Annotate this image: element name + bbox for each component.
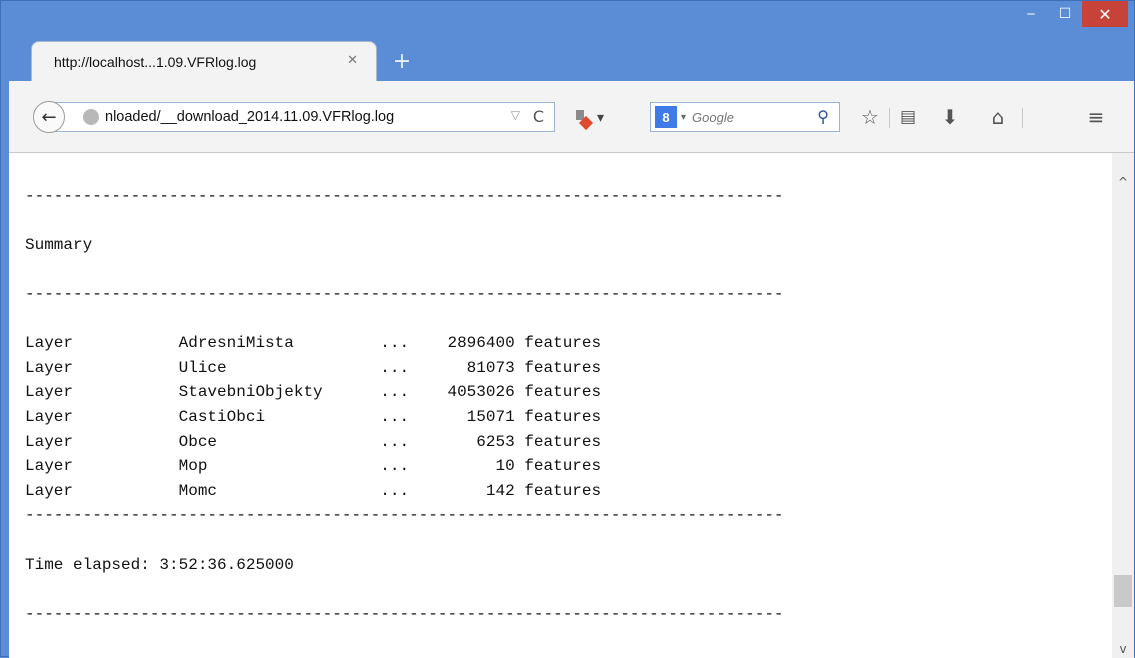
tab-strip: http://localhost...1.09.VFRlog.log ✕ + bbox=[31, 41, 417, 81]
log-text: ----------------------------------------… bbox=[25, 186, 784, 623]
url-bar[interactable]: nloaded/__download_2014.11.09.VFRlog.log… bbox=[55, 102, 555, 132]
url-dropdown-icon[interactable]: ▽ bbox=[511, 108, 520, 122]
home-icon[interactable]: ⌂ bbox=[983, 103, 1013, 131]
toolbar-separator bbox=[889, 108, 890, 128]
bookmark-star-icon[interactable]: ☆ bbox=[855, 103, 885, 131]
url-text[interactable]: nloaded/__download_2014.11.09.VFRlog.log bbox=[105, 109, 394, 125]
navigation-toolbar: nloaded/__download_2014.11.09.VFRlog.log… bbox=[9, 81, 1134, 153]
page-content: ----------------------------------------… bbox=[9, 153, 1112, 658]
globe-icon bbox=[83, 109, 99, 125]
menu-icon[interactable]: ≡ bbox=[1081, 103, 1111, 131]
search-engine-dropdown-icon[interactable]: ▾ bbox=[681, 112, 686, 123]
search-input[interactable]: Google bbox=[692, 110, 734, 125]
addon-dropdown-icon[interactable]: ▾ bbox=[597, 110, 604, 126]
scroll-up-icon[interactable]: ^ bbox=[1112, 173, 1134, 191]
download-addon-button[interactable]: ▾ bbox=[573, 106, 613, 130]
tab-log[interactable]: http://localhost...1.09.VFRlog.log ✕ bbox=[31, 41, 377, 81]
new-tab-button[interactable]: + bbox=[387, 41, 417, 81]
reload-icon[interactable]: C bbox=[533, 107, 544, 126]
vertical-scrollbar[interactable]: ^ v bbox=[1112, 153, 1134, 658]
scroll-down-icon[interactable]: v bbox=[1112, 640, 1134, 658]
toolbar-separator bbox=[1022, 108, 1023, 128]
back-button[interactable]: ← bbox=[33, 101, 65, 133]
download-addon-icon bbox=[573, 110, 589, 126]
window-controls: ‒ ☐ ✕ bbox=[1014, 1, 1128, 31]
minimize-button[interactable]: ‒ bbox=[1014, 1, 1048, 27]
tab-close-icon[interactable]: ✕ bbox=[347, 53, 358, 68]
downloads-icon[interactable]: ⬇ bbox=[935, 103, 965, 131]
search-engine-icon[interactable]: 8 bbox=[655, 106, 677, 128]
close-button[interactable]: ✕ bbox=[1082, 1, 1128, 27]
search-box[interactable]: 8 ▾ Google ⚲ bbox=[650, 102, 840, 132]
search-icon[interactable]: ⚲ bbox=[817, 107, 829, 126]
tab-title: http://localhost...1.09.VFRlog.log bbox=[54, 53, 257, 70]
browser-window: ‒ ☐ ✕ http://localhost...1.09.VFRlog.log… bbox=[0, 0, 1135, 658]
reading-list-icon[interactable]: ▤ bbox=[893, 103, 923, 131]
maximize-button[interactable]: ☐ bbox=[1048, 1, 1082, 27]
scrollbar-thumb[interactable] bbox=[1114, 574, 1132, 607]
